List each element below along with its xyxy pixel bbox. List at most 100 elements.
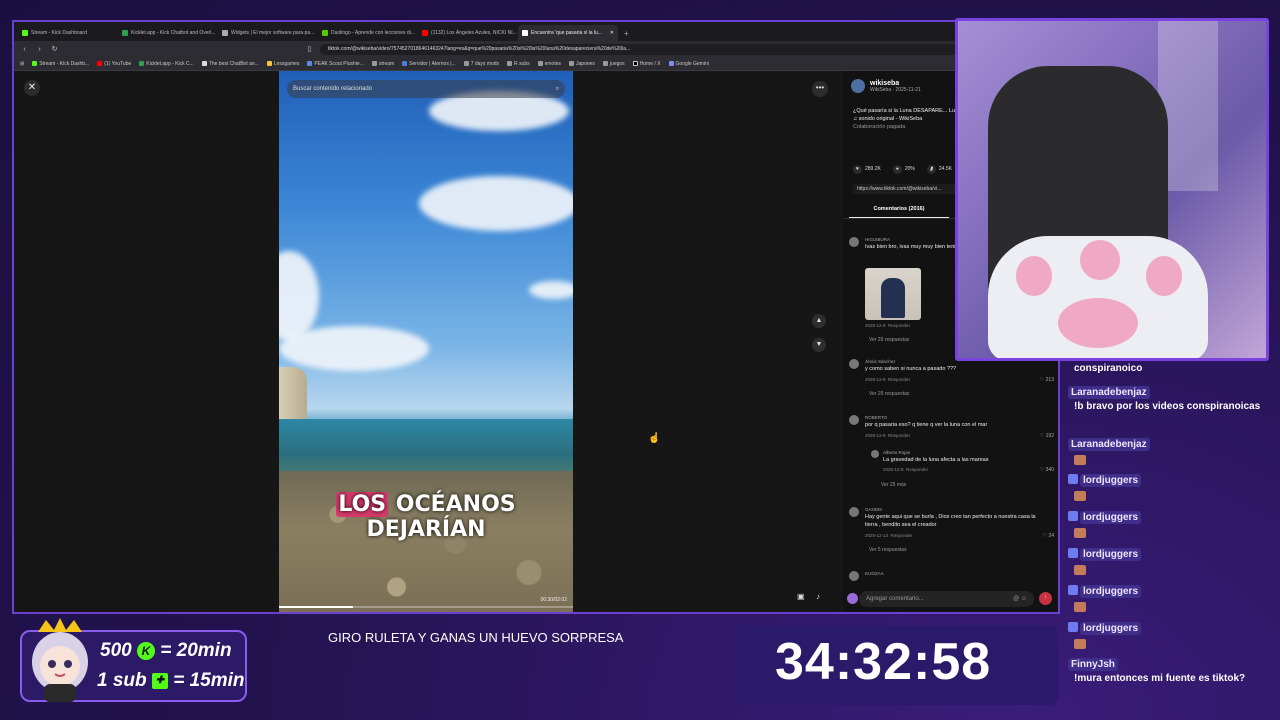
video-progress[interactable] bbox=[279, 606, 573, 608]
pip-icon[interactable]: ▣ bbox=[797, 592, 805, 601]
reply-button[interactable]: Responder bbox=[891, 533, 913, 538]
bookmark-item[interactable]: Lessgames bbox=[266, 61, 299, 67]
comment-author[interactable]: HIGUIBURA bbox=[865, 237, 890, 242]
bookmark-folder[interactable]: Japones bbox=[569, 61, 595, 67]
view-more-button[interactable]: Ver 25 más bbox=[881, 482, 906, 488]
chat-username[interactable]: FinnyJsh bbox=[1068, 658, 1118, 671]
comment-author[interactable]: Alberto Rojas bbox=[883, 450, 910, 455]
video-time: 00:30/02:02 bbox=[540, 597, 567, 603]
bookmark-folder[interactable]: emotes bbox=[537, 61, 561, 67]
avatar[interactable] bbox=[849, 359, 859, 369]
comment-item: ROBERTO por q pasaria eso? q tiene q ver… bbox=[849, 415, 1054, 495]
chat-username[interactable]: lordjuggers bbox=[1080, 622, 1142, 635]
reload-icon[interactable]: ↻ bbox=[50, 45, 59, 53]
comment-author[interactable]: ROBERTO bbox=[865, 415, 887, 420]
reply-button[interactable]: Responder bbox=[888, 323, 910, 328]
bookmark-folder[interactable]: stream bbox=[371, 61, 394, 67]
chat-username[interactable]: Laranadebenjaz bbox=[1068, 386, 1150, 399]
save-count: 24.5K bbox=[938, 166, 952, 172]
comment-likes[interactable]: ♡ 340 bbox=[1040, 467, 1054, 473]
bookmark-item[interactable]: PEAK Scout Plushie... bbox=[307, 61, 364, 67]
comment-image[interactable] bbox=[865, 268, 921, 320]
tab-comments[interactable]: Comentarios (2016) bbox=[849, 206, 949, 218]
avatar[interactable] bbox=[871, 450, 879, 458]
comment-author[interactable]: Jésús Sánchez bbox=[865, 359, 896, 364]
chat-username[interactable]: lordjuggers bbox=[1080, 474, 1142, 487]
like-button[interactable]: ♥ 289.2K bbox=[853, 165, 881, 174]
paw-bean-shape bbox=[1016, 256, 1052, 296]
tab-kicklet[interactable]: Kicklet.app - Kick Chatbot and Overl... bbox=[118, 25, 218, 41]
bookmark-item[interactable]: (1) YouTube bbox=[97, 61, 131, 67]
video-player[interactable]: Buscar contenido relacionado ⌕ LOS OCÉAN… bbox=[279, 71, 573, 612]
bookmark-folder[interactable]: R subs bbox=[507, 61, 530, 67]
chat-username[interactable]: Laranadebenjaz bbox=[1068, 438, 1150, 451]
bookmark-item[interactable]: Stream - Kick Dashb... bbox=[32, 61, 89, 67]
bookmark-item[interactable]: Servidor | Aternos |... bbox=[402, 61, 456, 67]
chevron-down-icon[interactable]: ▼ bbox=[812, 338, 826, 352]
comment-input[interactable]: Agregar comentario... @ ☺ bbox=[859, 591, 1034, 607]
send-icon[interactable]: ↑ bbox=[1039, 592, 1052, 605]
forward-icon[interactable]: › bbox=[35, 46, 44, 53]
volume-icon[interactable]: ♪ bbox=[816, 592, 820, 601]
emote-icon bbox=[1074, 528, 1086, 538]
back-icon[interactable]: ‹ bbox=[20, 46, 29, 53]
comment-author[interactable]: GANDI8 bbox=[865, 507, 882, 512]
tab-kick-dashboard[interactable]: Stream - Kick Dashboard bbox=[18, 25, 118, 41]
bookmark-folder[interactable]: juegos bbox=[602, 61, 625, 67]
avatar[interactable] bbox=[849, 507, 859, 517]
close-tab-icon[interactable]: ✕ bbox=[610, 30, 614, 36]
search-icon[interactable]: ⌕ bbox=[556, 86, 559, 93]
chevron-up-icon[interactable]: ▲ bbox=[812, 314, 826, 328]
bookmark-item[interactable]: The best ChatBot an... bbox=[201, 61, 259, 67]
chat-username[interactable]: lordjuggers bbox=[1080, 548, 1142, 561]
reply-button[interactable]: Responder bbox=[888, 433, 910, 438]
chat-message: Laranadebenjaz bbox=[1068, 434, 1273, 470]
author-username[interactable]: wikiseba bbox=[870, 80, 921, 87]
save-button[interactable]: ▮ 24.5K bbox=[926, 165, 952, 174]
comment-date: 2025-12-8 bbox=[865, 323, 886, 328]
bookmark-item[interactable]: Google Gemini bbox=[668, 61, 709, 67]
chat-message: lordjuggers bbox=[1068, 507, 1273, 543]
new-tab-button[interactable]: + bbox=[618, 25, 635, 41]
url-text: tiktok.com/@wikiseba/video/7574527018646… bbox=[328, 46, 631, 52]
reply-button[interactable]: Responder bbox=[888, 377, 910, 382]
view-replies-button[interactable]: Ver 29 respuestas bbox=[869, 337, 909, 343]
comment-item: Jésús Sánchez y como saben si nunca a pa… bbox=[849, 359, 1054, 404]
address-bar[interactable]: tiktok.com/@wikiseba/video/7574527018646… bbox=[320, 43, 1037, 55]
view-replies-button[interactable]: Ver 29 respuestas bbox=[869, 391, 909, 397]
more-options-icon[interactable]: ••• bbox=[812, 81, 828, 97]
bookmark-page-icon[interactable]: ▯ bbox=[305, 45, 314, 53]
bookmark-item[interactable]: Home / X bbox=[632, 61, 661, 67]
related-search-input[interactable]: Buscar contenido relacionado ⌕ bbox=[287, 80, 565, 98]
avatar[interactable] bbox=[851, 79, 865, 93]
cloud-shape bbox=[419, 176, 573, 231]
emoji-icon[interactable]: @ ☺ bbox=[1013, 596, 1027, 602]
tab-duolingo[interactable]: Duolingo - Aprende con lecciones di... bbox=[318, 25, 418, 41]
view-replies-button[interactable]: Ver 5 respuestas bbox=[869, 547, 907, 553]
shared-screen: Stream - Kick Dashboard Kicklet.app - Ki… bbox=[12, 20, 1060, 614]
chat-username[interactable]: lordjuggers bbox=[1080, 511, 1142, 524]
comment-count: 20% bbox=[904, 166, 915, 172]
reward-line-sub: 1 sub ✚ = 15min bbox=[97, 670, 244, 692]
chat-message: lordjuggers bbox=[1068, 544, 1273, 580]
comment-author[interactable]: KIJOZAA bbox=[865, 571, 884, 576]
reply-button[interactable]: Responder bbox=[906, 467, 928, 472]
avatar[interactable] bbox=[849, 415, 859, 425]
apps-icon[interactable]: ⊞ bbox=[20, 61, 24, 67]
avatar[interactable] bbox=[849, 571, 859, 581]
tab-youtube[interactable]: (1132) Los Ángeles Azules, NICKI NI... bbox=[418, 25, 518, 41]
close-icon[interactable]: ✕ bbox=[24, 80, 40, 96]
bookmark-folder[interactable]: 7 days mods bbox=[463, 61, 499, 67]
author-info[interactable]: wikiseba WikiSeba · 2025-11-21 bbox=[851, 79, 921, 93]
comment-meta: 2025-12-8 Responder bbox=[865, 433, 910, 438]
tab-widgets[interactable]: Widgets | El mejor software para pa... bbox=[218, 25, 318, 41]
comment-likes[interactable]: ♡ 24 bbox=[1043, 533, 1054, 539]
tab-label: Stream - Kick Dashboard bbox=[31, 30, 87, 36]
tab-tiktok[interactable]: Encuentra 'que pasaria si la lu... ✕ bbox=[518, 25, 618, 41]
comment-likes[interactable]: ♡ 213 bbox=[1040, 377, 1054, 383]
chat-username[interactable]: lordjuggers bbox=[1080, 585, 1142, 598]
avatar[interactable] bbox=[849, 237, 859, 247]
comment-button[interactable]: ● 20% bbox=[892, 165, 915, 174]
bookmark-item[interactable]: Kicklet.app - Kick C... bbox=[139, 61, 194, 67]
comment-likes[interactable]: ♡ 192 bbox=[1040, 433, 1054, 439]
